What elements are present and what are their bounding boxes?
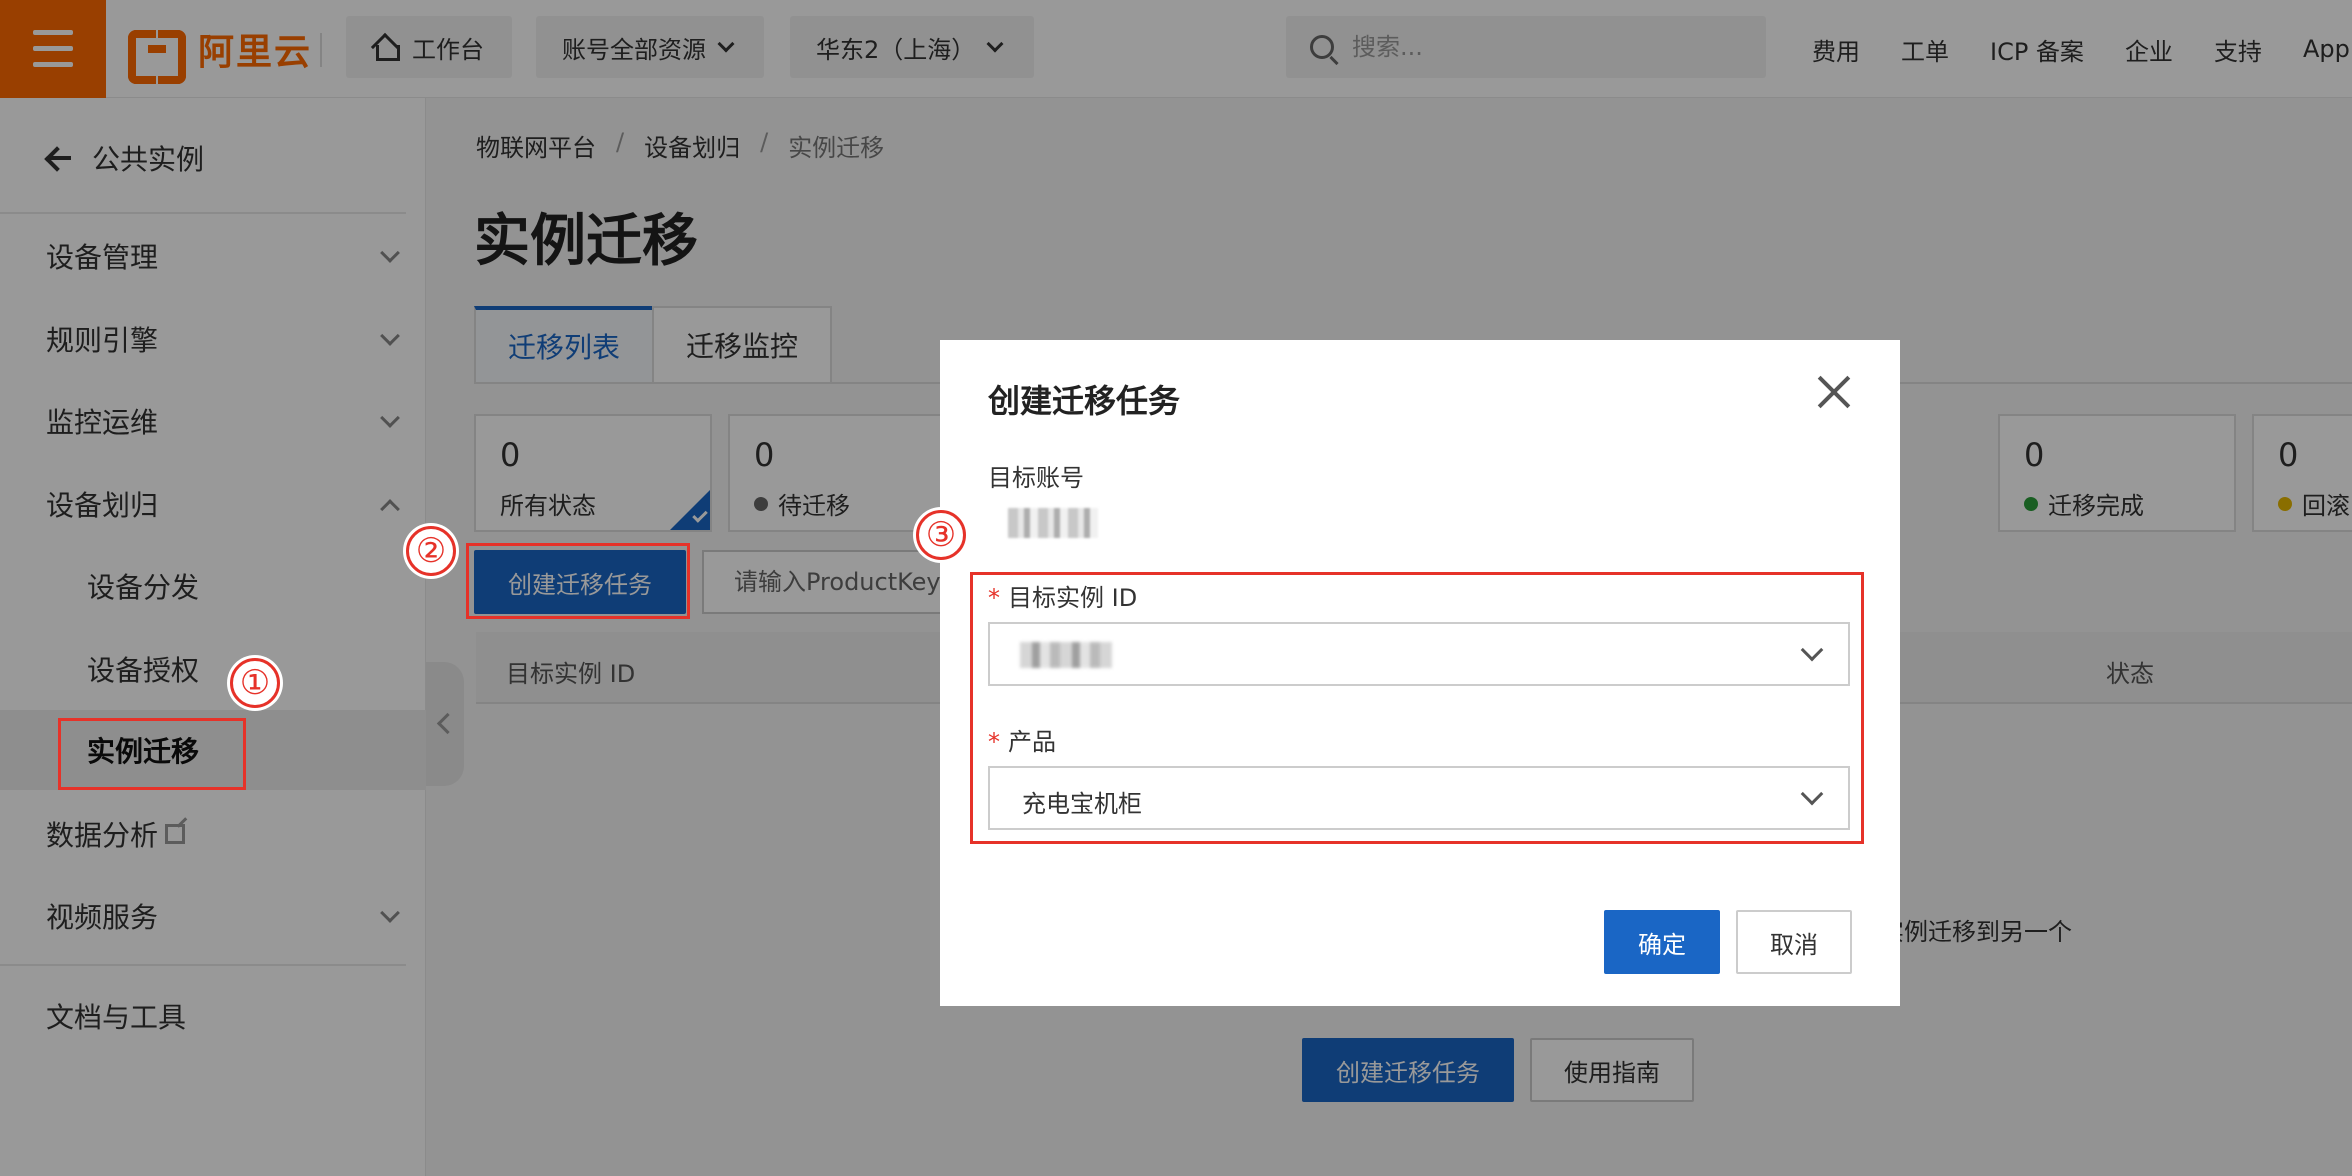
target-account-label: 目标账号: [988, 464, 1084, 492]
close-icon[interactable]: [1816, 374, 1852, 410]
step-marker-2: ②: [406, 526, 456, 576]
create-migration-dialog: 创建迁移任务 目标账号 * 目标实例 ID * 产品 充电宝机柜 ③ 确定 取消: [916, 340, 1900, 1006]
step-marker-3: ③: [916, 510, 966, 560]
dialog-title: 创建迁移任务: [988, 382, 1181, 420]
step-marker-1: ①: [230, 658, 280, 708]
highlight-box-form-fields: [970, 572, 1864, 844]
target-account-value-redacted: [1008, 508, 1098, 538]
highlight-box-instance-migration: [58, 718, 246, 790]
ok-button[interactable]: 确定: [1604, 910, 1720, 974]
cancel-button[interactable]: 取消: [1736, 910, 1852, 974]
highlight-box-create-button: [466, 543, 690, 619]
